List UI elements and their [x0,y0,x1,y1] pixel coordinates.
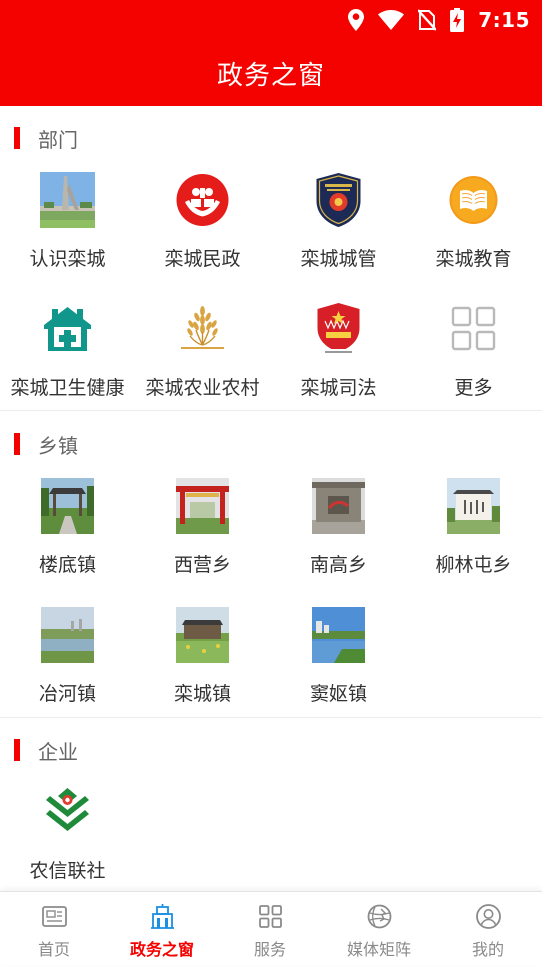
village-sign-photo [447,478,500,534]
tile-label: 窦妪镇 [309,683,367,705]
town-tile-xiying[interactable]: 西营乡 [135,478,270,606]
user-icon [475,903,502,930]
location-icon [348,9,365,31]
tile-label: 栾城民政 [164,248,241,270]
justice-emblem-icon [311,301,366,357]
page-title: 政务之窗 [216,60,325,91]
dept-tile-education[interactable]: 栾城教育 [406,172,541,300]
nav-label: 媒体矩阵 [346,940,411,959]
tile-label: 西营乡 [173,554,231,576]
nav-label: 首页 [37,940,70,959]
section-header: 部门 [0,106,542,168]
tile-label: 栾城教育 [435,248,512,270]
education-book-icon [446,172,501,228]
section-title: 乡镇 [38,434,78,458]
status-icons: 7:15 [348,6,530,34]
status-bar: 7:15 [0,0,542,40]
nav-profile[interactable]: 我的 [434,892,542,966]
dept-tile-know-luancheng[interactable]: 认识栾城 [0,172,135,300]
town-tile-nangao[interactable]: 南高乡 [271,478,406,606]
section-towns: 乡镇 楼底镇 西营乡 南高乡 柳林屯乡 冶河镇 栾城镇 窦妪镇 [0,412,542,716]
stone-wall-photo [312,478,365,534]
app-header: 政务之窗 [0,40,542,106]
government-building-icon [149,903,176,930]
tile-label: 栾城司法 [300,377,377,399]
battery-charging-icon [450,8,465,32]
health-house-icon [40,301,95,357]
tile-label: 楼底镇 [38,554,96,576]
status-time: 7:15 [478,8,530,32]
town-tile-loudi[interactable]: 楼底镇 [0,478,135,606]
tile-label: 柳林屯乡 [435,554,512,576]
town-tile-douyu[interactable]: 窦妪镇 [271,607,406,735]
town-tile-yehe[interactable]: 冶河镇 [0,607,135,735]
nav-government-window[interactable]: 政务之窗 [108,892,216,966]
tile-label: 认识栾城 [29,248,106,270]
grid-icon [257,903,284,930]
section-departments: 部门 认识栾城 栾城民政 栾城城管 栾城教育 栾城卫生健康 栾城农业农村 栾城司… [0,106,542,411]
canal-photo [312,607,365,663]
news-icon [41,903,68,930]
rural-credit-logo [40,784,95,840]
nav-home[interactable]: 首页 [0,892,108,966]
section-header: 企业 [0,718,542,780]
section-title: 企业 [38,740,78,764]
tile-label: 南高乡 [309,554,367,576]
garden-photo [176,607,229,663]
river-photo [41,607,94,663]
section-divider [0,410,542,411]
section-marker [14,433,20,455]
wifi-icon [378,10,405,30]
nav-label: 服务 [253,940,286,959]
nav-services[interactable]: 服务 [216,892,324,966]
tile-label: 农信联社 [29,860,106,882]
pavilion-photo [41,478,94,534]
main-content[interactable]: 部门 认识栾城 栾城民政 栾城城管 栾城教育 栾城卫生健康 栾城农业农村 栾城司… [0,106,542,891]
bottom-nav: 首页 政务之窗 服务 媒体矩阵 我的 [0,891,542,965]
civil-affairs-icon [175,172,230,228]
town-tile-liulintun[interactable]: 柳林屯乡 [406,478,541,606]
red-gate-photo [176,478,229,534]
wheat-icon [175,301,230,357]
nav-label: 政务之窗 [129,940,194,959]
urban-management-badge-icon [311,172,366,228]
section-header: 乡镇 [0,412,542,474]
grid-more-icon [446,301,501,357]
dept-tile-civil-affairs[interactable]: 栾城民政 [135,172,270,300]
town-tile-luancheng[interactable]: 栾城镇 [135,607,270,735]
tile-label: 冶河镇 [38,683,96,705]
nav-label: 我的 [471,940,504,959]
tile-label: 栾城城管 [300,248,377,270]
section-title: 部门 [38,128,78,152]
section-marker [14,127,20,149]
globe-icon [366,903,393,930]
section-enterprises: 企业 农信联社 [0,718,542,891]
tile-label: 栾城农业农村 [145,377,260,399]
nav-media-matrix[interactable]: 媒体矩阵 [325,892,433,966]
tile-label: 更多 [454,377,493,399]
no-sim-icon [418,9,437,31]
dept-tile-urban-management[interactable]: 栾城城管 [271,172,406,300]
enterprise-tile-rural-credit[interactable]: 农信联社 [0,784,135,891]
tile-label: 栾城镇 [173,683,231,705]
tile-label: 栾城卫生健康 [10,377,125,399]
section-marker [14,739,20,761]
city-monument-photo [40,172,95,228]
